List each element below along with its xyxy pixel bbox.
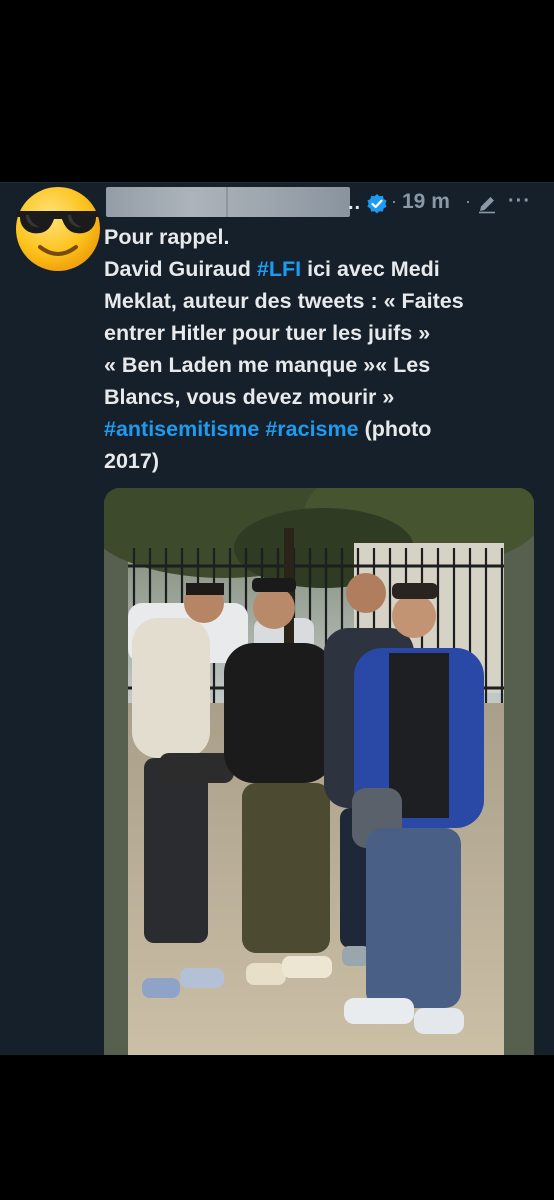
tweet-text-line: #antisemitisme #racisme (photo	[104, 413, 534, 445]
screen: .. · 19 m · ··· Pour rappel. David Guira…	[0, 0, 554, 1200]
edit-pencil-icon[interactable]	[477, 194, 497, 214]
tweet-text-line: David Guiraud #LFI ici avec Medi	[104, 253, 534, 285]
redacted-author-name[interactable]	[106, 187, 350, 217]
tweet-text-line: Meklat, auteur des tweets : « Faites	[104, 289, 464, 313]
tweet-text-segment: ici avec Medi	[301, 257, 440, 281]
name-truncation: ..	[348, 192, 362, 214]
tweet-body: Pour rappel. David Guiraud #LFI ici avec…	[104, 221, 534, 477]
tweet-text-line: Pour rappel.	[104, 225, 230, 249]
verified-badge-icon[interactable]	[366, 193, 388, 215]
tweet-text-line: 2017)	[104, 449, 159, 473]
separator-dot: ·	[465, 191, 471, 211]
tweet-photo[interactable]	[104, 488, 534, 1055]
hashtag-antisemitisme-link[interactable]: #antisemitisme	[104, 417, 259, 441]
tweet-text-line: entrer Hitler pour tuer les juifs »	[104, 321, 431, 345]
tweet[interactable]: .. · 19 m · ··· Pour rappel. David Guira…	[0, 182, 554, 1055]
tweet-header: .. · 19 m · ···	[104, 185, 544, 219]
tweet-text-line: Blancs, vous devez mourir »	[104, 385, 395, 409]
separator-dot: ·	[391, 191, 397, 211]
hashtag-lfi-link[interactable]: #LFI	[257, 257, 301, 281]
more-options-icon[interactable]: ···	[508, 190, 531, 213]
tweet-timestamp[interactable]: 19 m	[402, 190, 450, 214]
tweet-text-line: « Ben Laden me manque »« Les	[104, 353, 431, 377]
tweet-text-segment: David Guiraud	[104, 257, 257, 281]
hashtag-racisme-link[interactable]: #racisme	[265, 417, 358, 441]
tweet-text-segment: (photo	[358, 417, 432, 441]
sunglasses-emoji-icon[interactable]	[14, 185, 102, 273]
